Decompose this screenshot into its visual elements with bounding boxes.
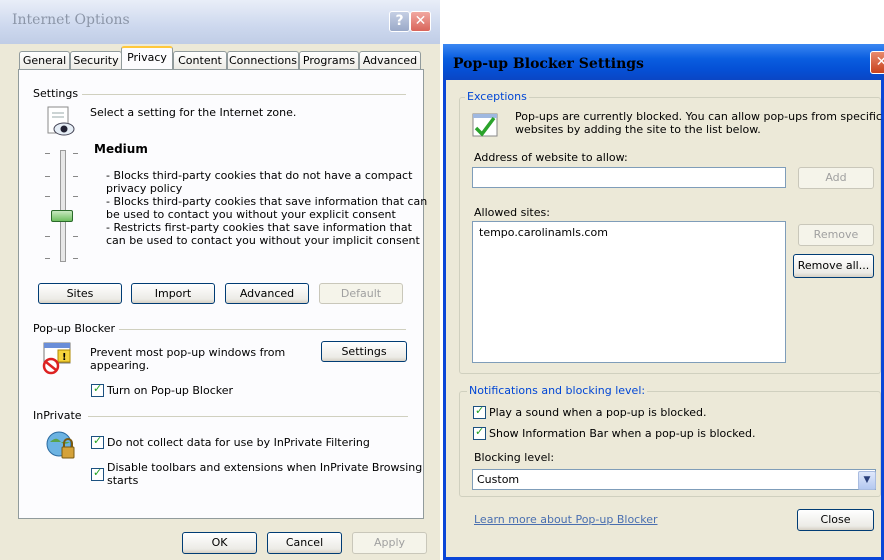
close-icon[interactable]: ✕	[410, 11, 431, 32]
tab-programs[interactable]: Programs	[299, 51, 359, 69]
privacy-level-name: Medium	[94, 142, 148, 156]
disable-toolbars-checkbox[interactable]	[91, 466, 104, 481]
blocking-level-value: Custom	[477, 473, 520, 486]
inprivate-filtering-checkbox[interactable]	[91, 434, 104, 449]
tab-privacy[interactable]: Privacy	[121, 46, 173, 69]
advanced-button[interactable]: Advanced	[225, 283, 309, 304]
allowed-site-item[interactable]: tempo.carolinamls.com	[479, 226, 608, 239]
learn-more-link[interactable]: Learn more about Pop-up Blocker	[474, 513, 658, 526]
exceptions-info-1: Pop-ups are currently blocked. You can a…	[515, 110, 882, 123]
chevron-down-icon[interactable]: ▼	[858, 471, 876, 490]
popup-settings-title: Pop-up Blocker Settings	[453, 56, 644, 72]
blocking-level-label: Blocking level:	[474, 451, 555, 464]
import-button[interactable]: Import	[131, 283, 215, 304]
settings-group-label: Settings	[33, 87, 83, 100]
remove-all-button[interactable]: Remove all...	[793, 254, 874, 278]
privacy-level-desc-1: - Blocks third-party cookies that do not…	[106, 169, 413, 182]
settings-intro-text: Select a setting for the Internet zone.	[90, 106, 297, 119]
inprivate-icon	[46, 431, 75, 459]
tab-security[interactable]: Security	[70, 51, 122, 69]
allowed-sites-list[interactable]	[472, 221, 786, 363]
disable-toolbars-label-2[interactable]: starts	[107, 474, 138, 487]
privacy-level-desc-4: be used to contact you without your expl…	[106, 208, 396, 221]
play-sound-checkbox[interactable]	[473, 404, 486, 419]
turn-on-popup-blocker-checkbox[interactable]	[91, 382, 104, 397]
info-bar-label[interactable]: Show Information Bar when a pop-up is bl…	[489, 427, 756, 440]
default-button[interactable]: Default	[319, 283, 403, 304]
popup-blocker-desc-1: Prevent most pop-up windows from	[90, 346, 286, 359]
exceptions-info-2: websites by adding the site to the list …	[515, 123, 761, 136]
play-sound-label[interactable]: Play a sound when a pop-up is blocked.	[489, 406, 706, 419]
address-input[interactable]	[472, 167, 786, 188]
privacy-level-desc-2: privacy policy	[106, 182, 183, 195]
info-bar-checkbox[interactable]	[473, 425, 486, 440]
settings-group-divider	[78, 94, 406, 95]
svg-text:!: !	[62, 352, 67, 363]
sites-button[interactable]: Sites	[38, 283, 122, 304]
help-button[interactable]: ?	[389, 11, 410, 32]
remove-button[interactable]: Remove	[798, 224, 874, 246]
popup-settings-button[interactable]: Settings	[321, 341, 407, 362]
popup-group-divider	[112, 329, 406, 330]
ok-button[interactable]: OK	[182, 532, 257, 554]
tab-general[interactable]: General	[19, 51, 70, 69]
address-label: Address of website to allow:	[474, 151, 628, 164]
tab-content[interactable]: Content	[173, 51, 227, 69]
close-button[interactable]: Close	[797, 509, 874, 531]
inprivate-group-label: InPrivate	[33, 409, 86, 422]
exceptions-legend: Exceptions	[465, 90, 529, 103]
tab-connections[interactable]: Connections	[227, 51, 299, 69]
cancel-button[interactable]: Cancel	[267, 532, 342, 554]
privacy-level-desc-5: - Restricts first-party cookies that sav…	[106, 221, 412, 234]
blocking-level-select[interactable]	[472, 469, 876, 490]
zone-settings-icon	[47, 106, 75, 136]
privacy-level-slider-track[interactable]	[60, 150, 66, 262]
turn-on-popup-blocker-label[interactable]: Turn on Pop-up Blocker	[107, 384, 233, 397]
inprivate-group-divider	[88, 416, 408, 417]
tab-advanced[interactable]: Advanced	[359, 51, 421, 69]
privacy-level-desc-6: can be used to contact you without your …	[106, 234, 420, 247]
apply-button[interactable]: Apply	[352, 532, 427, 554]
add-button[interactable]: Add	[798, 167, 874, 189]
notifications-legend: Notifications and blocking level:	[467, 384, 648, 397]
allowed-sites-label: Allowed sites:	[474, 206, 550, 219]
inprivate-filtering-label[interactable]: Do not collect data for use by InPrivate…	[107, 436, 370, 449]
privacy-level-desc-3: - Blocks third-party cookies that save i…	[106, 195, 428, 208]
popup-blocker-icon: !	[42, 342, 71, 375]
privacy-level-slider-thumb[interactable]	[51, 210, 73, 222]
popup-settings-close-icon[interactable]: ✕	[870, 51, 884, 74]
popup-blocker-group-label: Pop-up Blocker	[33, 322, 120, 335]
internet-options-title: Internet Options	[12, 12, 130, 28]
exceptions-info-icon	[472, 113, 498, 137]
disable-toolbars-label-1[interactable]: Disable toolbars and extensions when InP…	[107, 461, 422, 474]
popup-blocker-desc-2: appearing.	[90, 359, 150, 372]
